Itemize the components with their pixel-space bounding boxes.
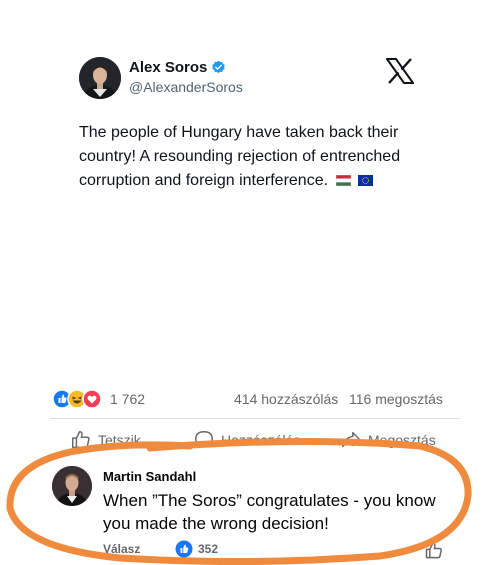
stats-divider xyxy=(50,418,460,419)
like-button[interactable]: Tetszik xyxy=(70,425,141,455)
eu-flag-icon xyxy=(357,170,373,186)
verified-badge-icon xyxy=(211,60,226,75)
thumbs-up-icon xyxy=(425,542,442,559)
share-count[interactable]: 116 megosztás xyxy=(349,391,443,407)
hungary-flag-icon xyxy=(335,170,351,187)
tweet-author-name[interactable]: Alex Soros xyxy=(129,59,207,76)
reply-button[interactable]: Válasz xyxy=(103,542,140,556)
share-arrow-icon xyxy=(342,431,360,448)
commenter-avatar[interactable] xyxy=(52,466,92,506)
reaction-icons[interactable] xyxy=(52,389,104,409)
comment-like-badge-icon[interactable] xyxy=(175,540,193,558)
like-label: Tetszik xyxy=(98,432,141,448)
commenter-name[interactable]: Martin Sandahl xyxy=(103,469,196,484)
share-label: Megosztás xyxy=(368,432,436,448)
post-stats-bar: 1 762 414 hozzászólás 116 megosztás xyxy=(52,387,462,411)
x-logo-icon[interactable] xyxy=(385,58,415,84)
tweet-author-handle[interactable]: @AlexanderSoros xyxy=(129,79,243,95)
post-actions: Tetszik Hozzászólás Megosztás xyxy=(0,425,499,455)
share-button[interactable]: Megosztás xyxy=(340,425,436,455)
tweet-body: The people of Hungary have taken back th… xyxy=(79,121,424,193)
comment-text: When ”The Soros” congratulates - you kno… xyxy=(103,491,436,533)
comment-label: Hozzászólás xyxy=(221,432,301,448)
comment-like-count[interactable]: 352 xyxy=(198,542,218,556)
tweet-text: The people of Hungary have taken back th… xyxy=(79,124,401,189)
comment-count[interactable]: 414 hozzászólás xyxy=(234,391,338,407)
comment-button[interactable]: Hozzászólás xyxy=(193,425,300,455)
tweet-author-avatar[interactable] xyxy=(79,57,121,99)
comment-bubble-icon xyxy=(195,431,213,449)
thumbs-up-icon xyxy=(72,431,90,449)
reaction-count[interactable]: 1 762 xyxy=(110,391,145,407)
comment-like-button[interactable] xyxy=(424,541,444,561)
